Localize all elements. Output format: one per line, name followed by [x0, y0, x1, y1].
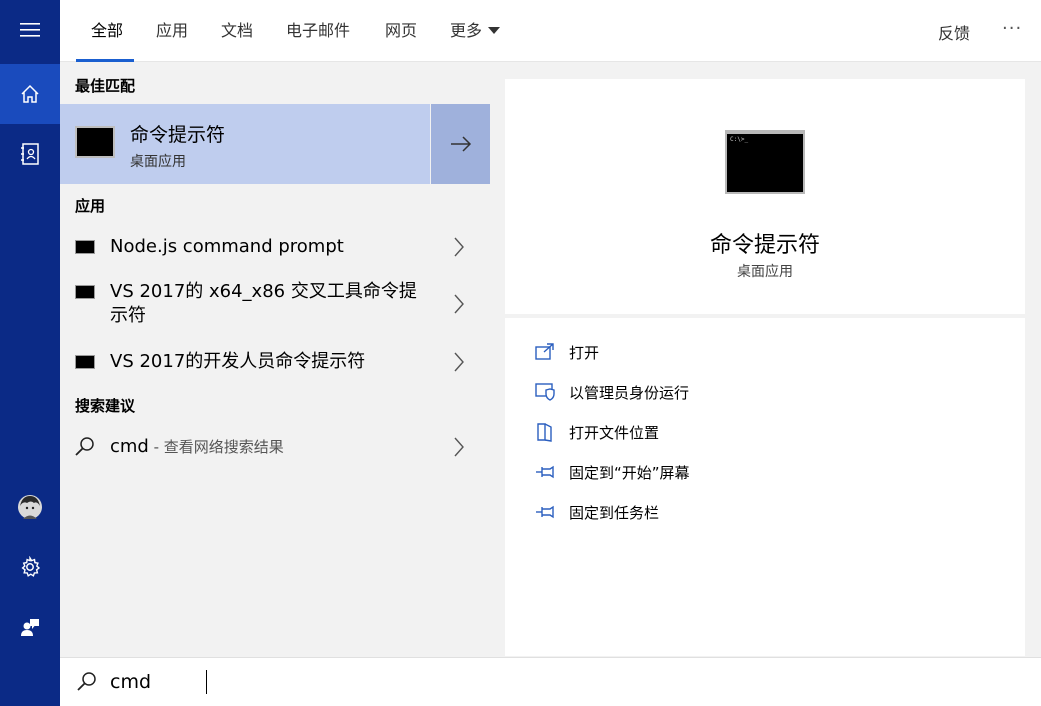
- search-box: [60, 657, 1041, 706]
- pin-icon: [536, 465, 554, 479]
- arrow-right-icon: [450, 136, 471, 152]
- search-icon: [77, 672, 96, 691]
- notebook-icon: [21, 143, 39, 165]
- results-list: 最佳匹配 命令提示符 桌面应用 应用 Node.js command promp…: [60, 62, 490, 656]
- notebook-button[interactable]: [0, 124, 60, 184]
- search-icon: [75, 437, 94, 456]
- tab-documents[interactable]: 文档: [221, 20, 253, 42]
- cmd-window-icon: [75, 355, 95, 369]
- avatar: [18, 495, 42, 519]
- app-label: VS 2017的开发人员命令提示符: [110, 351, 366, 372]
- settings-button[interactable]: [0, 537, 60, 597]
- more-options-button[interactable]: ···: [1002, 18, 1022, 39]
- home-button[interactable]: [0, 64, 60, 124]
- tab-more-label: 更多: [450, 21, 483, 40]
- shield-icon: [535, 383, 555, 401]
- cmd-window-icon: [75, 240, 95, 254]
- preview-card: C:\>_ 命令提示符 桌面应用: [505, 79, 1025, 314]
- tab-apps[interactable]: 应用: [156, 20, 188, 42]
- text-cursor: [206, 670, 207, 694]
- left-rail: [0, 0, 60, 706]
- preview-subtitle: 桌面应用: [737, 264, 793, 280]
- hamburger-icon: [20, 23, 40, 37]
- tab-all[interactable]: 全部: [91, 20, 123, 42]
- action-pin-to-start[interactable]: 固定到“开始”屏幕: [535, 460, 690, 484]
- best-match-item[interactable]: 命令提示符 桌面应用: [60, 104, 490, 184]
- best-match-title: 命令提示符: [130, 124, 226, 146]
- best-match-subtitle: 桌面应用: [130, 154, 186, 170]
- app-label: Node.js command prompt: [110, 236, 344, 257]
- open-icon: [535, 343, 554, 360]
- action-run-as-admin[interactable]: 以管理员身份运行: [535, 380, 689, 404]
- app-label: VS 2017的 x64_x86 交叉工具命令提示符: [110, 281, 417, 326]
- tab-more[interactable]: 更多: [450, 20, 501, 42]
- best-match-expand-button[interactable]: [430, 104, 490, 184]
- feedback-hub-button[interactable]: [0, 597, 60, 657]
- category-tabs: 全部 应用 文档 电子邮件 网页 更多 反馈 ···: [60, 0, 1041, 62]
- suggestion-hint: - 查看网络搜索结果: [148, 438, 284, 456]
- caret-down-icon: [488, 26, 501, 34]
- chevron-right-icon[interactable]: [452, 437, 466, 457]
- gear-icon: [21, 556, 41, 577]
- list-item[interactable]: Node.js command prompt: [60, 226, 490, 268]
- file-location-icon: [537, 423, 552, 442]
- list-item[interactable]: VS 2017的开发人员命令提示符: [60, 342, 490, 384]
- action-open-file-location[interactable]: 打开文件位置: [535, 420, 659, 444]
- suggestions-heading: 搜索建议: [75, 397, 136, 415]
- action-open[interactable]: 打开: [535, 340, 599, 364]
- home-icon: [21, 84, 39, 103]
- cmd-window-icon: C:\>_: [725, 130, 805, 194]
- preview-title: 命令提示符: [709, 233, 820, 258]
- menu-button[interactable]: [0, 0, 60, 60]
- suggestion-text: cmd - 查看网络搜索结果: [110, 435, 430, 459]
- account-button[interactable]: [0, 477, 60, 537]
- cmd-window-icon: [75, 126, 115, 158]
- search-input[interactable]: [110, 668, 710, 696]
- feedback-link[interactable]: 反馈: [938, 20, 970, 44]
- chevron-right-icon[interactable]: [452, 237, 466, 257]
- list-item[interactable]: cmd - 查看网络搜索结果: [60, 426, 490, 468]
- chevron-right-icon[interactable]: [452, 294, 466, 314]
- cmd-window-icon: [75, 285, 95, 299]
- tab-email[interactable]: 电子邮件: [286, 20, 350, 42]
- list-item[interactable]: VS 2017的 x64_x86 交叉工具命令提示符: [60, 276, 490, 334]
- apps-heading: 应用: [75, 197, 106, 215]
- pin-icon: [536, 505, 554, 519]
- action-pin-to-taskbar[interactable]: 固定到任务栏: [535, 500, 659, 524]
- feedback-person-icon: [21, 619, 39, 636]
- suggestion-query: cmd: [110, 436, 149, 457]
- chevron-right-icon[interactable]: [452, 352, 466, 372]
- action-list: 打开 以管理员身份运行 打开文件位置 固定到“开始”屏幕 固定到任务栏: [505, 318, 1025, 656]
- tab-web[interactable]: 网页: [385, 20, 417, 42]
- best-match-heading: 最佳匹配: [75, 77, 136, 95]
